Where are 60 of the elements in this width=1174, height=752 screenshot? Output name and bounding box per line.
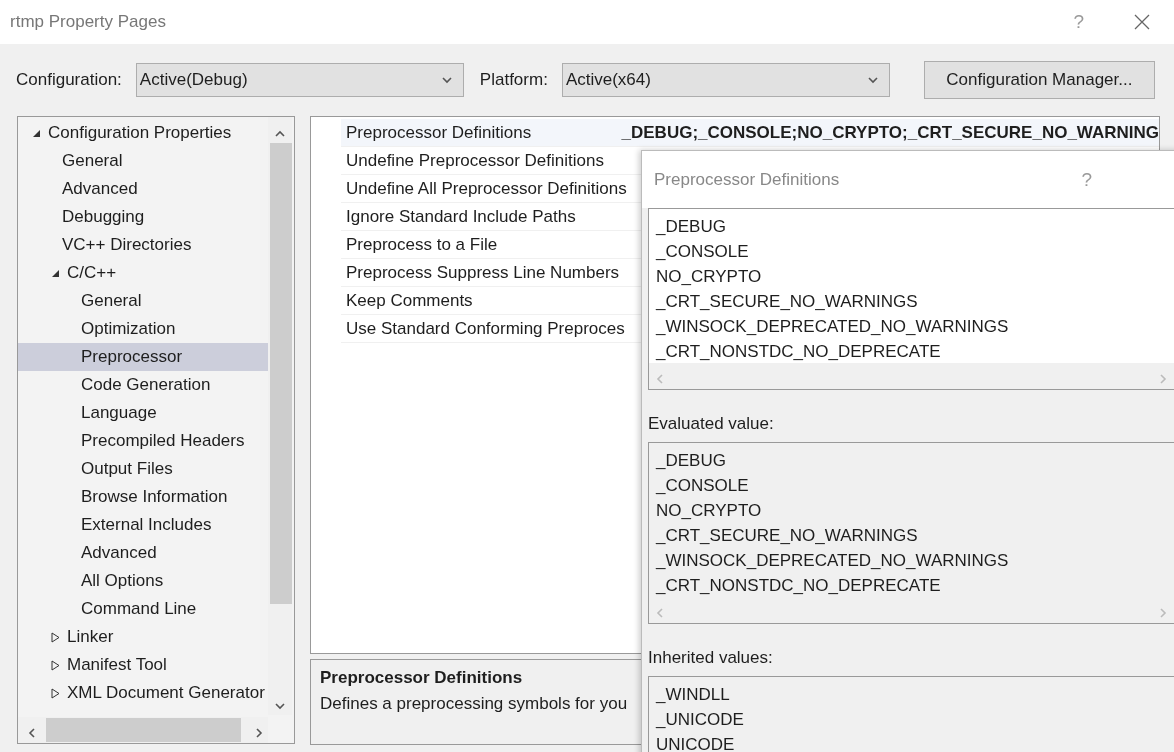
scroll-left-icon[interactable] (26, 727, 38, 739)
tree-item[interactable]: External Includes (18, 511, 268, 539)
definition-line: NO_CRYPTO (656, 266, 762, 288)
configuration-dropdown[interactable]: Active(Debug) (135, 63, 464, 97)
caret-icon[interactable] (440, 74, 453, 86)
scroll-down-icon[interactable] (274, 700, 286, 712)
close-icon[interactable] (1134, 14, 1150, 30)
definition-line: _DEBUG (656, 216, 726, 238)
tree-item[interactable]: Configuration Properties (18, 119, 268, 147)
collapse-arrow-icon[interactable] (31, 128, 41, 138)
tree-item[interactable]: Advanced (18, 539, 268, 567)
definition-line: _WINDLL (656, 684, 730, 706)
tree-item[interactable]: All Options (18, 567, 268, 595)
tree-item[interactable]: Optimization (18, 315, 268, 343)
tree-item[interactable]: Code Generation (18, 371, 268, 399)
expand-arrow-icon[interactable] (50, 659, 60, 671)
definition-line: NO_CRYPTO (656, 500, 762, 522)
description-title: Preprocessor Definitions (320, 668, 523, 688)
expand-arrow-icon[interactable] (50, 631, 60, 643)
definition-line: _WINSOCK_DEPRECATED_NO_WARNINGS (656, 316, 1009, 338)
tree-item[interactable]: VC++ Directories (18, 231, 268, 259)
platform-label: Platform: (479, 70, 548, 90)
tree-item[interactable]: XML Document Generator (18, 679, 268, 707)
definition-line: _UNICODE (656, 709, 744, 731)
inherited-label: Inherited values: (648, 648, 773, 668)
collapse-arrow-icon[interactable] (50, 268, 60, 278)
property-row[interactable]: Preprocessor Definitions _DEBUG;_CONSOLE;NO_CRYPTO;_CRT_SECURE_NO_WARNING (341, 119, 1159, 147)
definition-line: UNICODE (656, 734, 735, 752)
description-text: Defines a preprocessing symbols for you (320, 694, 628, 714)
definition-line: _CONSOLE (656, 475, 749, 497)
dialog-title: Preprocessor Definitions (654, 169, 841, 190)
configuration-manager-button[interactable]: Configuration Manager... (923, 61, 1155, 99)
definition-line: _CRT_NONSTDC_NO_DEPRECATE (656, 575, 941, 597)
definition-line: _CONSOLE (656, 241, 749, 263)
tree-item[interactable]: Command Line (18, 595, 268, 623)
tree-item[interactable]: General (18, 147, 268, 175)
tree-item[interactable]: General (18, 287, 268, 315)
scroll-right-icon[interactable] (253, 727, 265, 739)
definition-line: _DEBUG (656, 450, 726, 472)
platform-dropdown[interactable]: Active(x64) (561, 63, 890, 97)
tree-item[interactable]: Language (18, 399, 268, 427)
evaluated-label: Evaluated value: (648, 414, 774, 434)
window-title: rtmp Property Pages (10, 12, 167, 32)
configuration-label: Configuration: (16, 70, 122, 90)
caret-icon[interactable] (866, 74, 879, 86)
definition-line: _WINSOCK_DEPRECATED_NO_WARNINGS (656, 550, 1009, 572)
tree-item[interactable]: Browse Information (18, 483, 268, 511)
definition-line: _CRT_SECURE_NO_WARNINGS (656, 525, 918, 547)
tree-item[interactable]: Preprocessor (18, 343, 268, 371)
definitions-field[interactable]: _DEBUG _CONSOLE NO_CRYPTO _CRT_SECURE_NO_WARNINGS _WINSOCK_DEPRECATED_NO_WARNINGS _CRT_NONSTDC_NO_DEPRECATE (648, 208, 1174, 390)
definition-line: _CRT_NONSTDC_NO_DEPRECATE (656, 341, 941, 363)
tree-item[interactable]: Advanced (18, 175, 268, 203)
tree-item[interactable]: C/C++ (18, 259, 268, 287)
tree-item[interactable]: Debugging (18, 203, 268, 231)
expand-arrow-icon[interactable] (50, 687, 60, 699)
definition-line: _CRT_SECURE_NO_WARNINGS (656, 291, 918, 313)
tree-item[interactable]: Manifest Tool (18, 651, 268, 679)
tree-item[interactable]: Linker (18, 623, 268, 651)
tree-item[interactable]: Precompiled Headers (18, 427, 268, 455)
tree-item[interactable]: Output Files (18, 455, 268, 483)
